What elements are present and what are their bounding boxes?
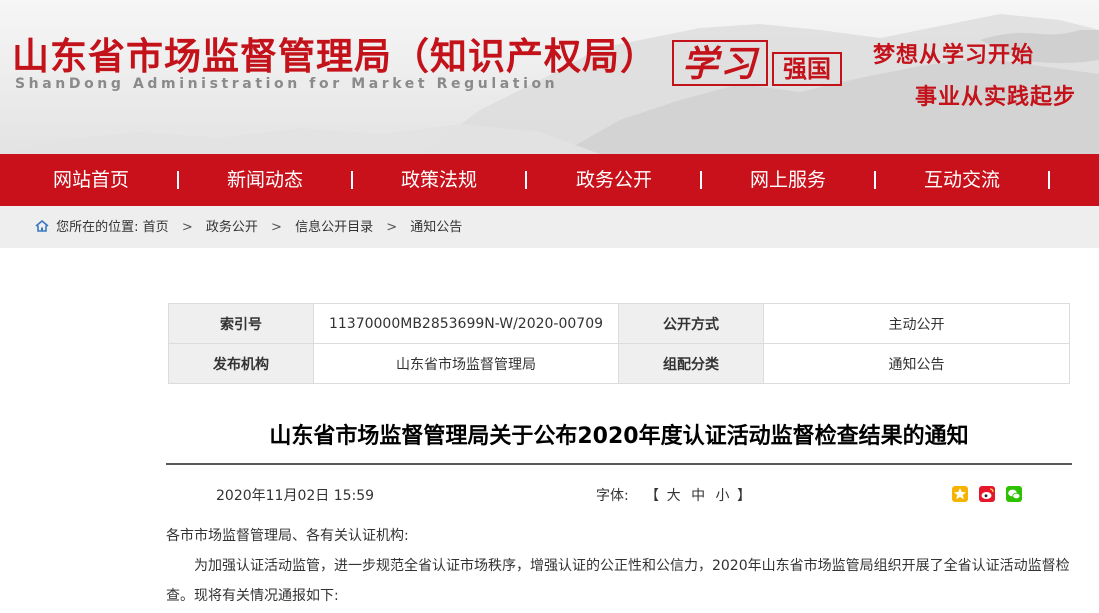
- article-title: 山东省市场监督管理局关于公布2020年度认证活动监督检查结果的通知: [269, 424, 969, 449]
- nav-separator: [700, 171, 702, 189]
- slogan-line-2: 事业从实践起步: [915, 85, 1077, 110]
- nav-separator: [177, 171, 179, 189]
- article-paragraph: 为加强认证活动监管，进一步规范全省认证市场秩序，增强认证的公正性和公信力，202…: [166, 558, 1070, 604]
- breadcrumb-separator: >: [386, 220, 398, 235]
- font-medium-button[interactable]: 中: [691, 488, 705, 504]
- nav-item-policy[interactable]: 政策法规: [401, 154, 477, 206]
- font-small-button[interactable]: 小: [716, 488, 730, 504]
- weibo-icon[interactable]: [979, 486, 996, 502]
- font-size-label: 字体:: [596, 488, 629, 504]
- breadcrumb-gov-affairs[interactable]: 政务公开: [206, 206, 258, 250]
- qiangguo-logo-text: 强国: [772, 52, 842, 86]
- breadcrumb-separator: >: [181, 220, 193, 235]
- publish-date: 2020年11月02日 15:59: [216, 488, 375, 504]
- publisher-label: 发布机构: [168, 343, 314, 384]
- qzone-icon[interactable]: [952, 486, 968, 502]
- article-body: 各市市场监督管理局、各有关认证机构: 为加强认证活动监管，进一步规范全省认证市场…: [166, 521, 1072, 611]
- table-row: 索引号 11370000MB2853699N-W/2020-00709 公开方式…: [168, 303, 1070, 344]
- index-number-value: 11370000MB2853699N-W/2020-00709: [313, 303, 619, 344]
- nav-separator: [351, 171, 353, 189]
- title-divider: [166, 463, 1072, 465]
- nav-separator: [1048, 171, 1050, 189]
- table-row: 发布机构 山东省市场监督管理局 组配分类 通知公告: [168, 343, 1070, 384]
- share-toolbar: [952, 486, 1028, 504]
- nav-item-news[interactable]: 新闻动态: [227, 154, 303, 206]
- home-icon: [35, 219, 49, 232]
- xuexi-logo-text: 学习: [672, 40, 768, 86]
- font-bracket-close: 】: [736, 488, 751, 504]
- main-navigation: 网站首页 新闻动态 政策法规 政务公开 网上服务 互动交流: [0, 154, 1099, 206]
- nav-separator: [874, 171, 876, 189]
- xuexi-qiangguo-logo[interactable]: 学习 强国: [672, 40, 844, 88]
- site-subtitle: ShanDong Administration for Market Regul…: [15, 76, 559, 92]
- font-bracket-open: 【: [645, 488, 660, 504]
- site-title[interactable]: 山东省市场监督管理局（知识产权局）: [12, 26, 658, 80]
- breadcrumb-prefix: 您所在的位置:: [56, 220, 139, 235]
- font-size-control: 字体: 【 大 中 小 】: [596, 485, 751, 505]
- nav-item-online-service[interactable]: 网上服务: [750, 154, 826, 206]
- wechat-icon[interactable]: [1006, 486, 1023, 502]
- breadcrumb: 您所在的位置: 首页 > 政务公开 > 信息公开目录 > 通知公告: [0, 206, 1099, 248]
- site-header: 山东省市场监督管理局（知识产权局） ShanDong Administratio…: [0, 0, 1099, 154]
- breadcrumb-separator: >: [271, 220, 282, 235]
- category-label: 组配分类: [618, 343, 764, 384]
- nav-item-interaction[interactable]: 互动交流: [924, 154, 1000, 206]
- breadcrumb-notices[interactable]: 通知公告: [410, 206, 462, 250]
- category-value: 通知公告: [763, 343, 1070, 384]
- document-meta-table: 索引号 11370000MB2853699N-W/2020-00709 公开方式…: [168, 303, 1070, 384]
- slogan-line-1: 梦想从学习开始: [873, 43, 1035, 68]
- font-large-button[interactable]: 大: [667, 488, 681, 504]
- publisher-value: 山东省市场监督管理局: [313, 343, 619, 384]
- breadcrumb-info-catalog[interactable]: 信息公开目录: [295, 206, 373, 250]
- nav-item-gov-affairs[interactable]: 政务公开: [576, 154, 652, 206]
- index-number-label: 索引号: [168, 303, 314, 344]
- disclosure-method-label: 公开方式: [618, 303, 764, 344]
- article-salutation: 各市市场监督管理局、各有关认证机构:: [166, 528, 409, 544]
- nav-separator: [525, 171, 527, 189]
- disclosure-method-value: 主动公开: [763, 303, 1070, 344]
- breadcrumb-home[interactable]: 首页: [143, 206, 169, 250]
- nav-item-home[interactable]: 网站首页: [53, 154, 129, 206]
